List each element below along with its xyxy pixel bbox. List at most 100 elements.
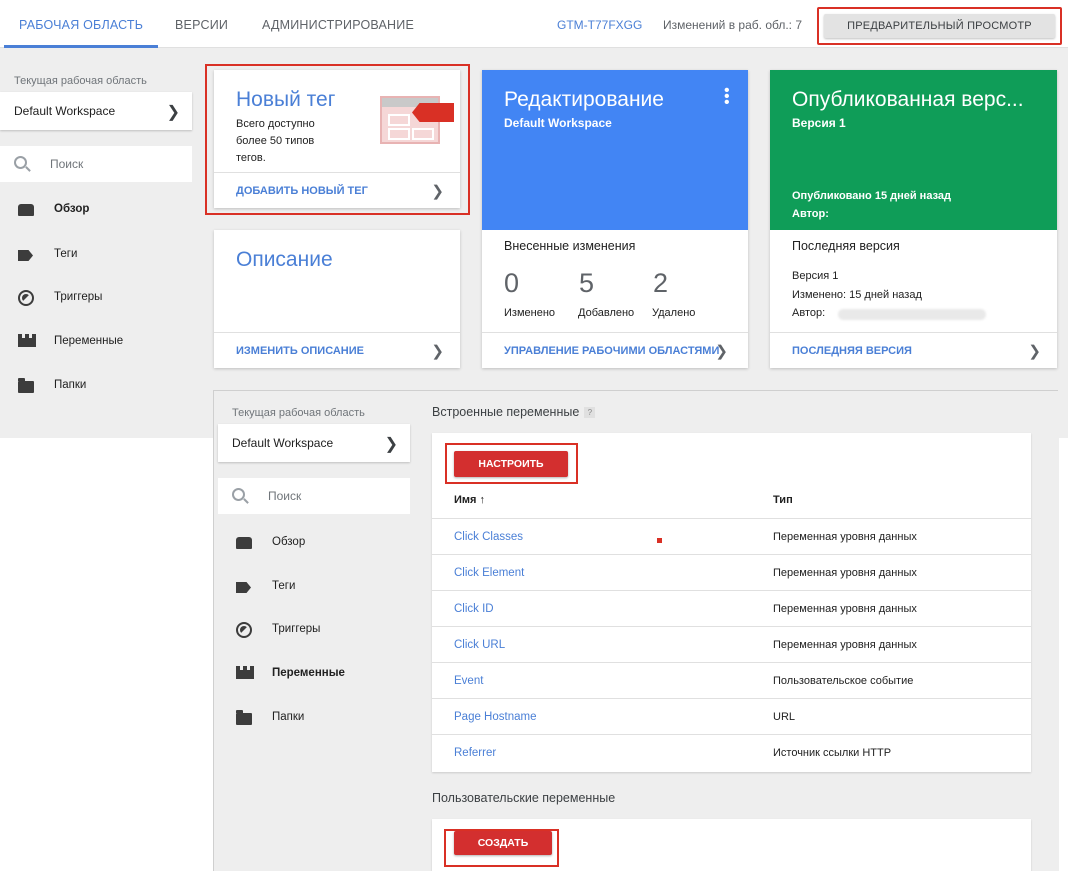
published-author-label: Автор: (792, 208, 829, 220)
create-highlight-frame (444, 829, 559, 867)
stat-added-value: 5 (579, 268, 595, 298)
chevron-right-icon: ❯ (715, 343, 728, 360)
variable-name-link[interactable]: Page Hostname (454, 699, 536, 735)
panel-sidebar: Текущая рабочая область Default Workspac… (214, 391, 419, 871)
editing-card-header: Редактирование Default Workspace • • • (482, 70, 748, 230)
variable-type: Переменная уровня данных (773, 639, 917, 651)
builtin-variables-title-text: Встроенные переменные (432, 405, 580, 419)
overview-icon (18, 204, 34, 216)
changes-title: Внесенные изменения (504, 239, 636, 253)
stat-deleted-label: Удалено (652, 307, 696, 319)
workspace-selector[interactable]: Default Workspace ❯ (0, 92, 192, 130)
stat-deleted-value: 2 (653, 268, 669, 298)
edit-description-link[interactable]: ИЗМЕНИТЬ ОПИСАНИЕ (236, 333, 364, 369)
variable-type: Переменная уровня данных (773, 567, 917, 579)
tab-workspace[interactable]: РАБОЧАЯ ОБЛАСТЬ (4, 0, 159, 48)
published-version: Версия 1 (792, 116, 846, 130)
tab-versions[interactable]: ВЕРСИИ (175, 0, 228, 48)
published-footer[interactable]: ПОСЛЕДНЯЯ ВЕРСИЯ ❯ (770, 332, 1057, 368)
variables-panel: Текущая рабочая область Default Workspac… (213, 390, 1059, 871)
variable-type: Переменная уровня данных (773, 531, 917, 543)
variables-icon (18, 334, 36, 347)
configure-highlight-frame (445, 443, 578, 484)
published-ago: Опубликовано 15 дней назад (792, 190, 951, 202)
last-version-link[interactable]: ПОСЛЕДНЯЯ ВЕРСИЯ (792, 333, 912, 369)
search-icon (232, 488, 245, 501)
more-vert-icon[interactable]: • • • (724, 83, 730, 111)
chevron-right-icon: ❯ (431, 343, 444, 360)
sidebar-item-label: Переменные (54, 335, 124, 347)
table-row[interactable]: Click ID Переменная уровня данных (432, 590, 1031, 626)
published-card: Опубликованная верс... Версия 1 Опублико… (770, 70, 1057, 368)
tab-admin[interactable]: АДМИНИСТРИРОВАНИЕ (262, 0, 414, 48)
preview-highlight-frame: ПРЕДВАРИТЕЛЬНЫЙ ПРОСМОТР (817, 7, 1062, 45)
search-placeholder: Поиск (50, 157, 84, 171)
trigger-icon (18, 290, 34, 306)
sidebar-item-label: Папки (54, 379, 87, 391)
preview-button[interactable]: ПРЕДВАРИТЕЛЬНЫЙ ПРОСМОТР (824, 14, 1055, 38)
description-footer[interactable]: ИЗМЕНИТЬ ОПИСАНИЕ ❯ (214, 332, 460, 368)
container-id[interactable]: GTM-T77FXGG (557, 0, 642, 48)
variable-type: Переменная уровня данных (773, 603, 917, 615)
chevron-right-icon: ❯ (1028, 343, 1041, 360)
help-icon[interactable]: ? (584, 407, 596, 419)
new-tag-highlight-frame (205, 64, 470, 215)
variable-name-link[interactable]: Event (454, 663, 483, 699)
column-header-type: Тип (773, 494, 793, 506)
column-header-name[interactable]: Имя ↑ (454, 494, 485, 506)
editing-card: Редактирование Default Workspace • • • Вне… (482, 70, 748, 368)
published-card-header: Опубликованная верс... Версия 1 Опублико… (770, 70, 1057, 230)
sidebar-item-label: Обзор (272, 536, 306, 548)
editing-footer[interactable]: УПРАВЛЕНИЕ РАБОЧИМИ ОБЛАСТЯМИ ❯ (482, 332, 748, 368)
table-row[interactable]: Referrer Источник ссылки HTTP (432, 734, 1031, 770)
variable-name-link[interactable]: Click Classes (454, 519, 523, 555)
folder-icon (18, 378, 34, 393)
variable-name-link[interactable]: Referrer (454, 735, 496, 771)
sidebar-item-label: Папки (272, 711, 305, 723)
panel-search-input[interactable]: Поиск (218, 478, 410, 514)
workspace-name: Default Workspace (14, 104, 116, 118)
chevron-right-icon: ❯ (384, 436, 398, 453)
folder-icon (236, 710, 252, 725)
search-icon (14, 156, 27, 169)
table-row[interactable]: Click Classes Переменная уровня данных (432, 518, 1031, 554)
variable-name-link[interactable]: Click URL (454, 627, 505, 663)
variable-type: Пользовательское событие (773, 675, 914, 687)
tag-icon (236, 582, 251, 593)
search-input[interactable]: Поиск (0, 146, 192, 182)
table-row[interactable]: Page Hostname URL (432, 698, 1031, 734)
table-row[interactable]: Click URL Переменная уровня данных (432, 626, 1031, 662)
stat-modified-value: 0 (504, 268, 520, 298)
variable-name-link[interactable]: Click ID (454, 591, 494, 627)
sidebar-item-label: Теги (272, 580, 296, 592)
stat-added-label: Добавлено (578, 307, 635, 319)
description-title: Описание (236, 248, 333, 271)
table-row[interactable]: Event Пользовательское событие (432, 662, 1031, 698)
editing-title: Редактирование (504, 88, 664, 111)
workspace-changes-count: Изменений в раб. обл.: 7 (663, 18, 803, 32)
panel-workspace-label: Текущая рабочая область (232, 407, 365, 419)
builtin-variables-title: Встроенные переменные? (432, 405, 596, 419)
published-title: Опубликованная верс... (792, 88, 1024, 111)
chevron-right-icon: ❯ (166, 104, 180, 121)
panel-workspace-selector[interactable]: Default Workspace ❯ (218, 424, 410, 462)
last-version-author: Автор: (792, 307, 826, 319)
variable-name-link[interactable]: Click Element (454, 555, 524, 591)
panel-search-placeholder: Поиск (268, 489, 302, 503)
manage-workspaces-link[interactable]: УПРАВЛЕНИЕ РАБОЧИМИ ОБЛАСТЯМИ (504, 333, 719, 369)
editing-workspace-name: Default Workspace (504, 116, 612, 130)
table-row[interactable]: Click Element Переменная уровня данных (432, 554, 1031, 590)
sidebar-item-label: Триггеры (272, 623, 321, 635)
overview-icon (236, 537, 252, 549)
variables-icon (236, 666, 254, 679)
marker-dot (657, 538, 662, 543)
stat-modified-label: Изменено (504, 307, 556, 319)
last-version-title: Последняя версия (792, 239, 900, 253)
variable-type: URL (773, 711, 796, 723)
trigger-icon (236, 622, 252, 638)
top-navigation: РАБОЧАЯ ОБЛАСТЬ ВЕРСИИ АДМИНИСТРИРОВАНИЕ… (0, 0, 1068, 48)
panel-workspace-name: Default Workspace (232, 436, 334, 450)
sidebar-item-label: Теги (54, 248, 78, 260)
last-version-number: Версия 1 (792, 270, 839, 282)
sidebar-item-label: Обзор (54, 203, 90, 215)
